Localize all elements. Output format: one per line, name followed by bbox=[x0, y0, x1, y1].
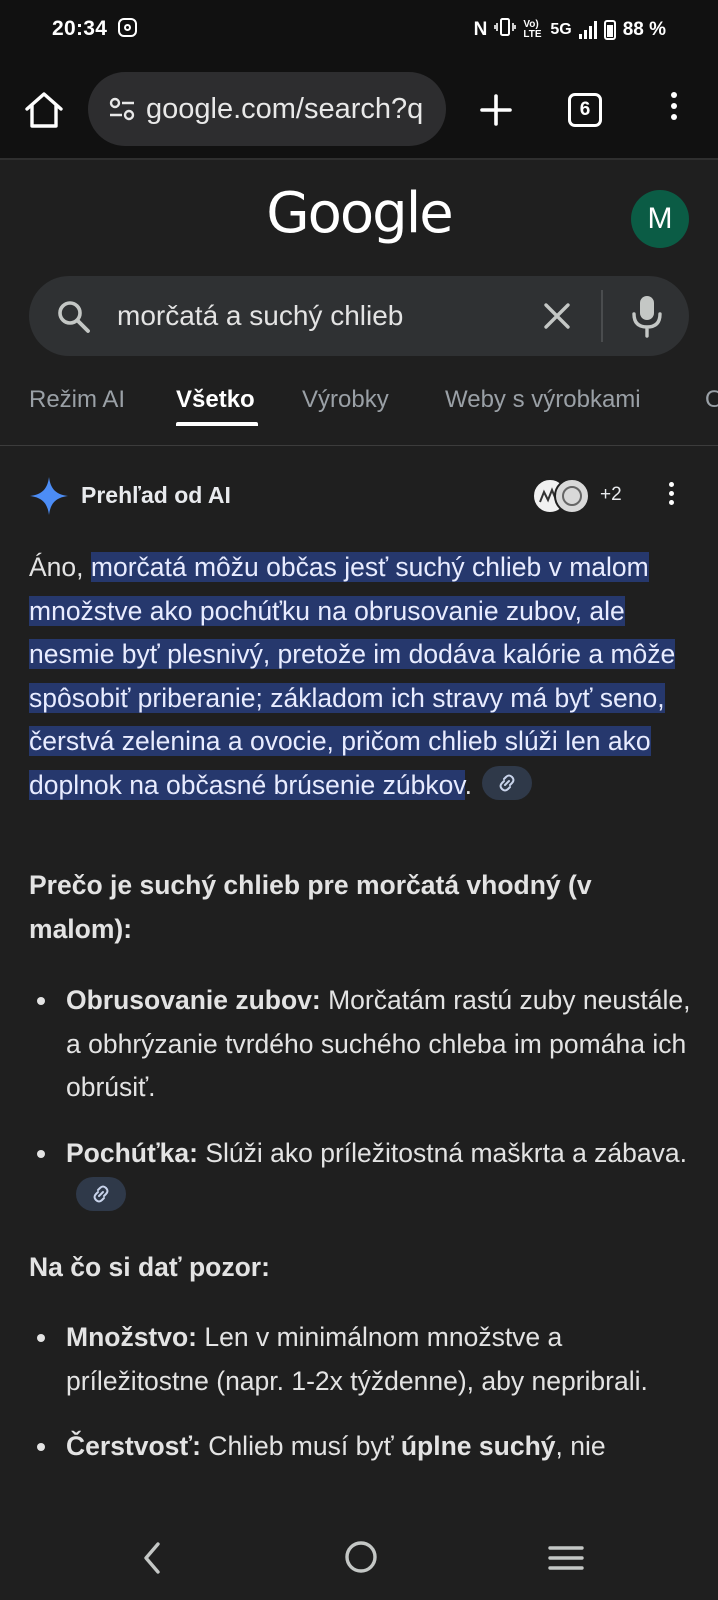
back-icon[interactable] bbox=[138, 1540, 166, 1576]
ai-overview-title: Prehľad od AI bbox=[81, 482, 231, 508]
list-item-bold: Množstvo: bbox=[66, 1322, 198, 1352]
new-tab-plus-icon[interactable] bbox=[474, 88, 518, 132]
instagram-notification-icon bbox=[118, 18, 137, 37]
gemini-spark-icon bbox=[30, 477, 68, 515]
sources-more-count[interactable]: +2 bbox=[600, 484, 622, 506]
ai-overview-header: Prehľad od AI +2 bbox=[0, 474, 718, 518]
content-fade bbox=[0, 1494, 718, 1524]
tab-product-sites[interactable]: Weby s výrobkami bbox=[445, 386, 641, 414]
search-icon[interactable] bbox=[55, 298, 91, 334]
status-time: 20:34 bbox=[52, 17, 108, 40]
answer-highlight: morčatá môžu občas jesť suchý chlieb v m… bbox=[29, 552, 676, 800]
home-circle-icon[interactable] bbox=[344, 1540, 378, 1574]
list-item-bold: Obrusovanie zubov: bbox=[66, 985, 321, 1015]
tab-more-partial[interactable]: O bbox=[705, 386, 718, 414]
mic-icon[interactable] bbox=[629, 294, 665, 338]
source-logo-icon[interactable] bbox=[554, 478, 590, 514]
volte-icon: Vo) LTE bbox=[523, 19, 542, 40]
source-logos[interactable] bbox=[532, 478, 594, 514]
list-item: Pochúťka: Slúži ako príležitostná maškrt… bbox=[29, 1132, 693, 1219]
tab-products[interactable]: Výrobky bbox=[302, 386, 389, 414]
tab-switcher-button[interactable]: 6 bbox=[568, 93, 602, 127]
list-item: Množstvo: Len v minimálnom množstve a pr… bbox=[29, 1316, 693, 1403]
link-icon bbox=[93, 1185, 109, 1203]
answer-intro: Áno, bbox=[29, 552, 91, 582]
search-box[interactable]: morčatá a suchý chlieb bbox=[29, 276, 689, 356]
ai-answer: Áno, morčatá môžu občas jesť suchý chlie… bbox=[29, 546, 693, 807]
status-bar: 20:34 N Vo) LTE 5G 88 % bbox=[0, 0, 718, 58]
recents-icon[interactable] bbox=[548, 1544, 584, 1572]
search-tabs: Režim AI Všetko Výrobky Weby s výrobkami… bbox=[0, 370, 718, 446]
link-icon bbox=[499, 774, 515, 791]
network-type: 5G bbox=[550, 21, 572, 38]
source-link-chip[interactable] bbox=[76, 1177, 126, 1211]
url-text: google.com/search?q bbox=[146, 92, 424, 125]
search-divider bbox=[601, 290, 603, 342]
avatar[interactable]: M bbox=[631, 190, 689, 248]
url-bar[interactable]: google.com/search?q bbox=[88, 72, 446, 146]
battery-level: 88 % bbox=[622, 19, 666, 40]
list-item-bold: Pochúťka: bbox=[66, 1137, 198, 1168]
list-item-bold: Čerstvosť: bbox=[66, 1431, 201, 1461]
tune-icon[interactable] bbox=[108, 95, 136, 123]
list-item-text: Slúži ako príležitostná maškrta a zábava… bbox=[197, 1137, 687, 1168]
search-input[interactable]: morčatá a suchý chlieb bbox=[117, 300, 403, 332]
signal-icon bbox=[578, 21, 597, 39]
google-logo[interactable]: Google bbox=[0, 181, 718, 246]
ai-overview-more-icon[interactable] bbox=[664, 482, 678, 512]
list-item: Obrusovanie zubov: Morčatám rastú zuby n… bbox=[29, 979, 693, 1110]
battery-icon bbox=[603, 20, 616, 40]
home-icon[interactable] bbox=[22, 90, 66, 130]
status-icons: N Vo) LTE 5G 88 % bbox=[474, 17, 666, 43]
tab-all[interactable]: Všetko bbox=[176, 386, 255, 414]
nfc-icon: N bbox=[473, 19, 488, 40]
section-heading-caution: Na čo si dať pozor: bbox=[29, 1252, 270, 1282]
list-item-text: Chlieb musí byť bbox=[200, 1431, 401, 1461]
list-item: Čerstvosť: Chlieb musí byť úplne suchý, … bbox=[29, 1425, 693, 1469]
vibrate-icon bbox=[494, 17, 517, 43]
list-item-text: , nie bbox=[555, 1431, 606, 1461]
source-link-chip[interactable] bbox=[481, 765, 532, 800]
system-nav-bar bbox=[0, 1524, 718, 1600]
section-heading-why: Prečo je suchý chlieb pre morčatá vhodný… bbox=[29, 870, 592, 944]
tab-ai-mode[interactable]: Režim AI bbox=[29, 386, 125, 414]
answer-end: . bbox=[464, 769, 472, 800]
list-item-bold: úplne suchý bbox=[400, 1431, 556, 1461]
browser-toolbar: google.com/search?q 6 bbox=[0, 58, 718, 160]
section-list-why: Obrusovanie zubov: Morčatám rastú zuby n… bbox=[29, 979, 693, 1219]
clear-icon[interactable] bbox=[539, 298, 575, 334]
active-tab-indicator bbox=[176, 422, 258, 426]
more-vert-icon[interactable] bbox=[663, 92, 685, 128]
section-list-caution: Množstvo: Len v minimálnom množstve a pr… bbox=[29, 1316, 693, 1469]
